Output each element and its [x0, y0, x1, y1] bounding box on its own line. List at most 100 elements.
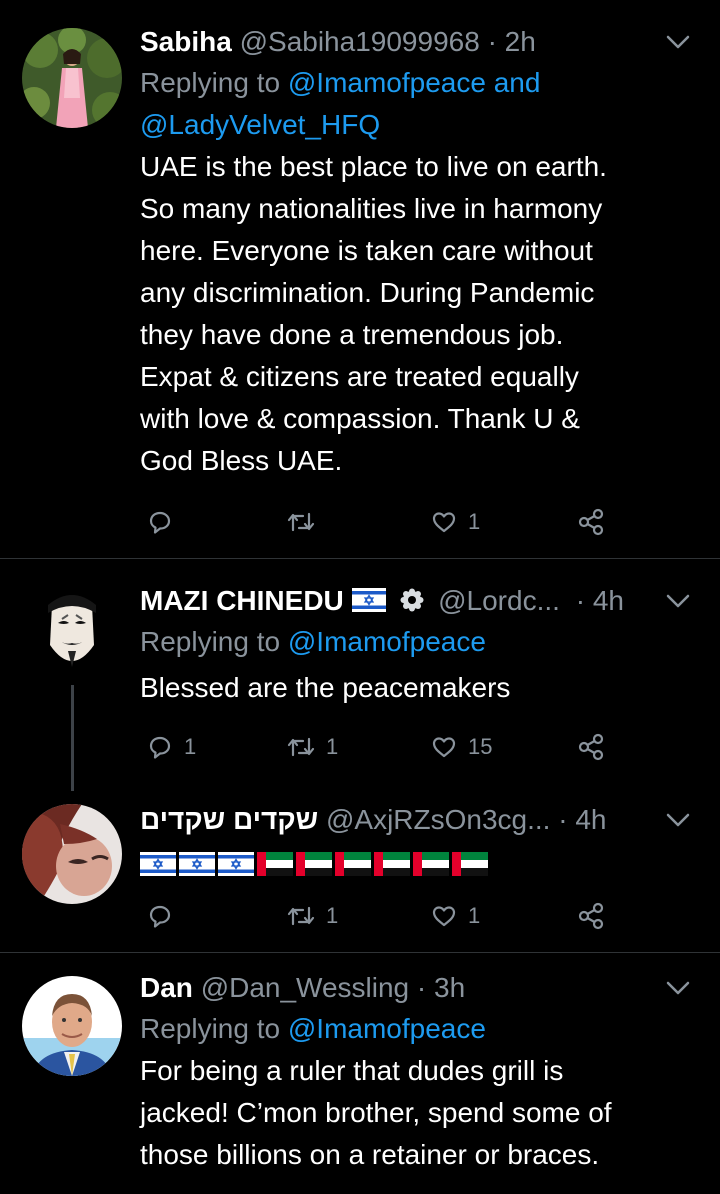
like-count: 1 — [468, 903, 481, 928]
tweet-text: UAE is the best place to live on earth. … — [140, 146, 698, 482]
tweet-text-line: any discrimination. During Pandemic — [140, 277, 595, 308]
uae-flag-icon — [335, 851, 371, 881]
tweet-text-line: here. Everyone is taken care without — [140, 235, 593, 266]
replying-to-links[interactable]: @Imamofpeace — [288, 1013, 486, 1044]
timestamp[interactable]: 4h — [593, 585, 624, 616]
avatar[interactable] — [22, 804, 122, 904]
tweet-actions: 1 1 — [140, 896, 620, 936]
replying-to-label: Replying to — [140, 1013, 288, 1044]
replying-to: Replying to @Imamofpeace — [140, 1008, 698, 1050]
separator-dot: · — [558, 804, 568, 835]
tweet-header: שקדים שקדים @AxjRZsOn3cg... · 4h — [140, 800, 698, 840]
tweet-text-line: God Bless UAE. — [140, 445, 343, 476]
verified-icon — [400, 583, 424, 621]
separator-dot: · — [575, 585, 586, 616]
reply-button[interactable]: 1 — [146, 727, 196, 767]
like-button[interactable]: 1 — [430, 896, 480, 936]
like-icon — [432, 512, 456, 533]
retweet-button[interactable]: 1 — [286, 727, 338, 767]
thread-line — [71, 685, 74, 791]
separator-dot: · — [416, 972, 427, 1003]
israel-flag-icon — [179, 851, 215, 881]
retweet-count: 1 — [326, 734, 339, 759]
avatar[interactable] — [22, 976, 122, 1076]
share-icon — [578, 733, 604, 761]
author-name[interactable]: שקדים שקדים — [140, 804, 318, 835]
avatar[interactable] — [22, 585, 122, 685]
tweet-sabiha[interactable]: Sabiha @Sabiha19099968 · 2h Replying to … — [0, 0, 720, 558]
share-button[interactable] — [576, 502, 606, 542]
share-button[interactable] — [576, 727, 606, 767]
israel-flag-icon — [140, 851, 176, 881]
like-button[interactable]: 1 — [430, 502, 480, 542]
replying-to: Replying to @Imamofpeace and @LadyVelvet… — [140, 62, 698, 146]
reply-icon — [149, 736, 171, 759]
reply-count: 1 — [184, 734, 197, 759]
chevron-down-icon[interactable] — [664, 968, 692, 1008]
reply-icon — [149, 511, 171, 534]
retweet-button[interactable]: 1 — [286, 896, 338, 936]
retweet-icon — [287, 737, 315, 757]
tweet-text-line: Blessed are the peacemakers — [140, 672, 511, 703]
tweet-header: Dan @Dan_Wessling · 3h — [140, 968, 698, 1008]
tweet-header: MAZI CHINEDU @Lordc... · 4h — [140, 581, 698, 621]
tweet-text: For being a ruler that dudes grill is ja… — [140, 1050, 698, 1176]
tweet-text-line: So many nationalities live in harmony — [140, 193, 603, 224]
uae-flag-icon — [374, 851, 410, 881]
like-count: 15 — [468, 734, 493, 759]
author-handle[interactable]: @Sabiha19099968 — [240, 26, 480, 57]
tweet-text-line: Expat & citizens are treated equally — [140, 361, 579, 392]
replying-to-label: Replying to — [140, 626, 288, 657]
retweet-button[interactable] — [286, 502, 326, 542]
like-button[interactable]: 15 — [430, 727, 492, 767]
flag-emoji-row — [140, 844, 698, 888]
chevron-down-icon[interactable] — [664, 22, 692, 62]
uae-flag-icon — [413, 851, 449, 881]
like-count: 1 — [468, 509, 481, 534]
retweet-count: 1 — [326, 903, 339, 928]
retweet-icon — [287, 906, 315, 926]
author-name[interactable]: Dan — [140, 972, 193, 1003]
retweet-icon — [287, 512, 315, 532]
share-button[interactable] — [576, 896, 606, 936]
author-name[interactable]: Sabiha — [140, 26, 232, 57]
tweet-actions: 1 1 15 — [140, 727, 620, 767]
replying-to-links[interactable]: @Imamofpeace — [288, 626, 486, 657]
tweet-text-line: For being a ruler that dudes grill is — [140, 1055, 564, 1086]
like-icon — [432, 737, 456, 758]
tweet-text-line: they have done a tremendous job. — [140, 319, 564, 350]
tweet-text-line: UAE is the best place to live on earth. — [140, 151, 607, 182]
reply-button[interactable] — [146, 502, 184, 542]
share-icon — [578, 902, 604, 930]
uae-flag-icon — [257, 851, 293, 881]
tweet-text-line: jacked! C’mon brother, spend some of — [140, 1097, 612, 1128]
reply-button[interactable] — [146, 896, 184, 936]
tweet-actions: 1 — [140, 502, 620, 542]
tweet-text: Blessed are the peacemakers — [140, 667, 698, 709]
author-handle[interactable]: @AxjRZsOn3cg... — [326, 804, 550, 835]
author-name[interactable]: MAZI CHINEDU — [140, 585, 344, 616]
replying-to-label: Replying to — [140, 67, 288, 98]
replying-to: Replying to @Imamofpeace — [140, 621, 698, 663]
uae-flag-icon — [296, 851, 332, 881]
share-icon — [578, 508, 604, 536]
tweet-text-line: those billions on a retainer or braces. — [140, 1139, 600, 1170]
timestamp[interactable]: 3h — [434, 972, 465, 1003]
like-icon — [432, 906, 456, 927]
reply-icon — [149, 905, 171, 928]
israel-flag-icon — [218, 851, 254, 881]
chevron-down-icon[interactable] — [664, 800, 692, 840]
uae-flag-icon — [452, 851, 488, 881]
timestamp[interactable]: 4h — [575, 804, 606, 835]
author-handle[interactable]: @Lordc... — [438, 585, 560, 616]
israel-flag-icon — [351, 583, 386, 621]
avatar[interactable] — [22, 28, 122, 128]
tweet-text-line: with love & compassion. Thank U & — [140, 403, 580, 434]
timestamp[interactable]: 2h — [505, 26, 536, 57]
chevron-down-icon[interactable] — [664, 581, 692, 621]
tweet-hebrew-user[interactable]: שקדים שקדים @AxjRZsOn3cg... · 4h 1 1 — [0, 790, 720, 952]
separator-dot: · — [487, 26, 497, 57]
author-handle[interactable]: @Dan_Wessling — [201, 972, 409, 1003]
tweet-dan[interactable]: Dan @Dan_Wessling · 3h Replying to @Imam… — [0, 953, 720, 1194]
tweet-mazi-chinedu[interactable]: MAZI CHINEDU @Lordc... · 4h Replying to … — [0, 559, 720, 791]
